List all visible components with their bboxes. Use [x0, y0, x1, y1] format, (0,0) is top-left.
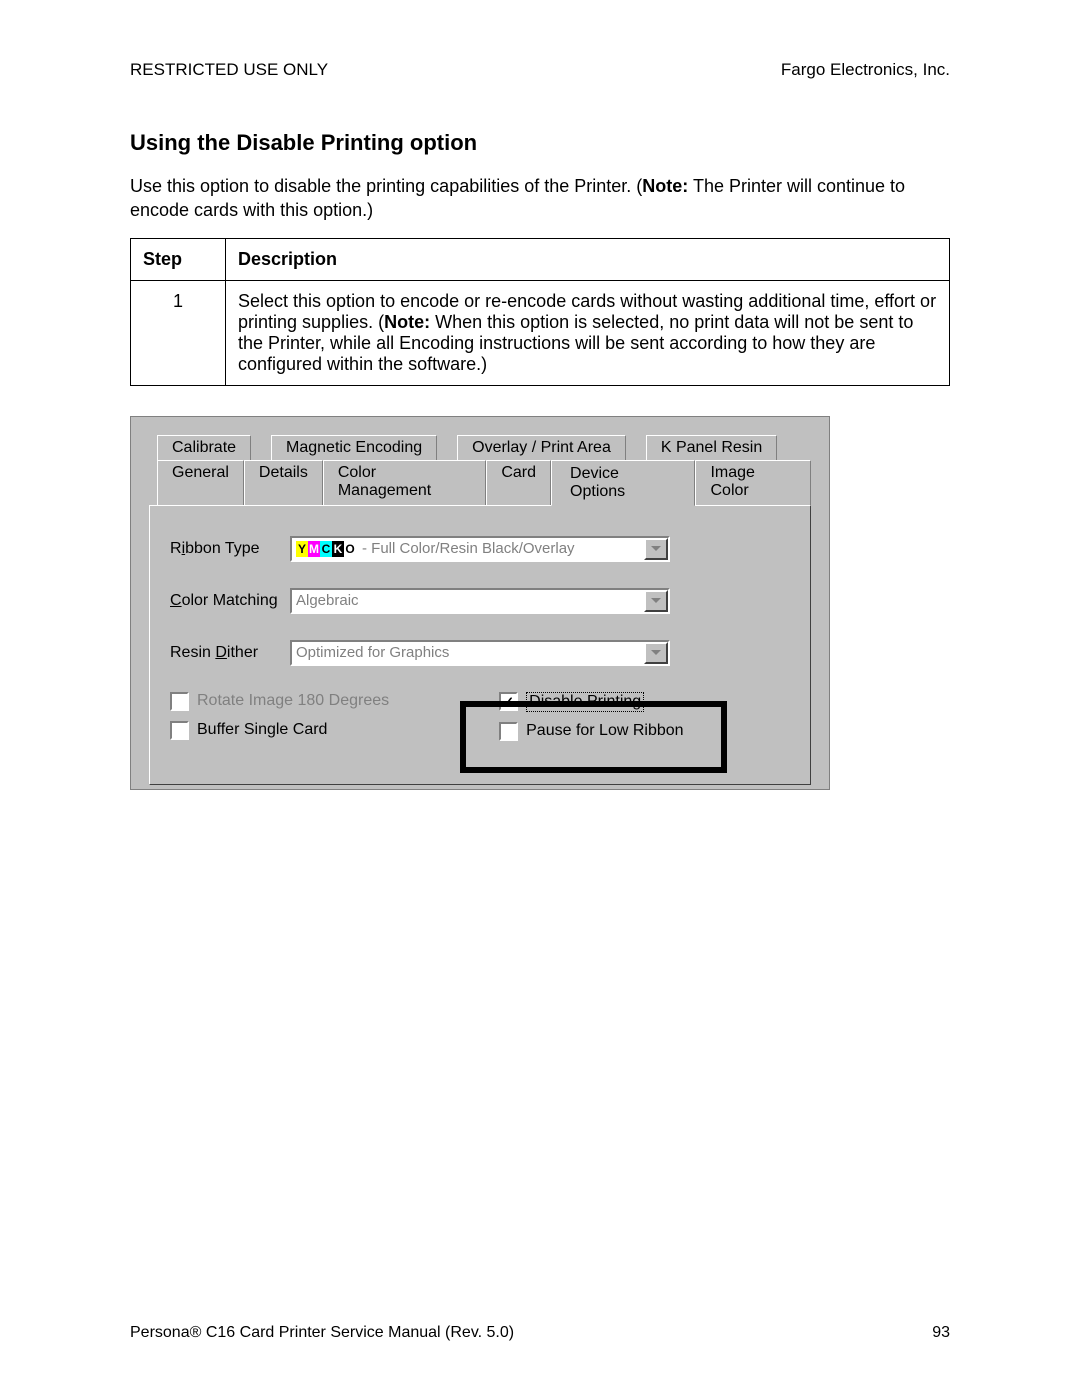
pause-ul: P — [526, 722, 537, 739]
pause-low-ribbon-row: Pause for Low Ribbon — [499, 722, 683, 741]
header-right: Fargo Electronics, Inc. — [781, 60, 950, 80]
buffer-pre: Bu — [197, 721, 217, 738]
resin-label-ul: D — [215, 644, 227, 661]
ribbon-type-label: Ribbon Type — [170, 540, 290, 558]
pause-low-ribbon-checkbox[interactable] — [499, 722, 518, 741]
disable-ul: D — [529, 693, 541, 710]
resin-dither-row: Resin Dither Optimized for Graphics — [170, 640, 790, 666]
resin-dither-label: Resin Dither — [170, 644, 290, 662]
buffer-single-card-checkbox[interactable] — [170, 721, 189, 740]
tab-general[interactable]: General — [157, 460, 244, 505]
page-number: 93 — [932, 1324, 950, 1342]
page-footer: Persona® C16 Card Printer Service Manual… — [130, 1324, 950, 1342]
rotate-image-checkbox — [170, 692, 189, 711]
dropdown-arrow-icon — [644, 538, 668, 560]
tab-color-management[interactable]: Color Management — [323, 460, 487, 505]
disable-printing-label: Disable Printing — [526, 692, 644, 712]
color-label-ul: C — [170, 592, 182, 609]
steps-table: Step Description 1 Select this option to… — [130, 238, 950, 386]
pause-label: Pause for Low Ribbon — [526, 722, 683, 740]
tab-details[interactable]: Details — [244, 460, 323, 505]
resin-label-pre: Resin — [170, 644, 215, 661]
ribbon-type-combo[interactable]: YMCKO - Full Color/Resin Black/Overlay — [290, 536, 670, 562]
color-matching-label: Color Matching — [170, 592, 290, 610]
tab-image-color[interactable]: Image Color — [695, 460, 811, 505]
disable-printing-row: Disable Printing — [499, 692, 683, 712]
ymcko-icon: YMCKO — [296, 541, 356, 557]
printer-properties-dialog: Calibrate Magnetic Encoding Overlay / Pr… — [130, 416, 830, 790]
buffer-label: Buffer Single Card — [197, 721, 327, 739]
tabs-back-row: Calibrate Magnetic Encoding Overlay / Pr… — [149, 435, 811, 460]
ribbon-label-pre: R — [170, 540, 182, 557]
resin-label-post: ither — [227, 644, 258, 661]
step-number: 1 — [131, 280, 226, 385]
rotate-pre: Ro — [197, 692, 217, 709]
rotate-post: ate Image 180 Degrees — [222, 692, 389, 709]
color-matching-row: Color Matching Algebraic — [170, 588, 790, 614]
ribbon-type-value: - Full Color/Resin Black/Overlay — [362, 540, 575, 557]
tab-card[interactable]: Card — [486, 460, 551, 505]
footer-left: Persona® C16 Card Printer Service Manual… — [130, 1324, 514, 1342]
ribbon-label-post: bbon Type — [185, 540, 259, 557]
disable-printing-checkbox[interactable] — [499, 692, 518, 711]
rotate-image-checkbox-row: Rotate Image 180 Degrees — [170, 692, 389, 711]
tab-overlay-print-area[interactable]: Overlay / Print Area — [457, 435, 626, 460]
tab-strip: Calibrate Magnetic Encoding Overlay / Pr… — [149, 435, 811, 505]
step-description: Select this option to encode or re-encod… — [226, 280, 950, 385]
disable-post: isable Printing — [541, 693, 642, 710]
color-matching-value: Algebraic — [296, 592, 359, 609]
page-header: RESTRICTED USE ONLY Fargo Electronics, I… — [130, 60, 950, 80]
intro-paragraph: Use this option to disable the printing … — [130, 174, 950, 223]
intro-pre: Use this option to disable the printing … — [130, 176, 642, 196]
header-left: RESTRICTED USE ONLY — [130, 60, 328, 80]
section-title: Using the Disable Printing option — [130, 130, 950, 156]
dropdown-arrow-icon — [644, 590, 668, 612]
rotate-label: Rotate Image 180 Degrees — [197, 692, 389, 710]
dropdown-arrow-icon — [644, 642, 668, 664]
color-matching-combo[interactable]: Algebraic — [290, 588, 670, 614]
device-options-panel: Ribbon Type YMCKO - Full Color/Resin Bla… — [149, 505, 811, 785]
resin-dither-value: Optimized for Graphics — [296, 644, 449, 661]
tab-calibrate[interactable]: Calibrate — [157, 435, 251, 460]
color-label-post: olor Matching — [182, 592, 278, 609]
tab-magnetic-encoding[interactable]: Magnetic Encoding — [271, 435, 437, 460]
resin-dither-combo[interactable]: Optimized for Graphics — [290, 640, 670, 666]
buffer-single-card-row: Buffer Single Card — [170, 721, 389, 740]
th-step: Step — [131, 238, 226, 280]
th-desc: Description — [226, 238, 950, 280]
buffer-post: fer Single Card — [221, 721, 328, 738]
checkbox-grid: Rotate Image 180 Degrees Buffer Single C… — [170, 692, 790, 751]
intro-note-label: Note: — [642, 176, 688, 196]
tabs-front-row: General Details Color Management Card De… — [149, 460, 811, 505]
tab-k-panel-resin[interactable]: K Panel Resin — [646, 435, 777, 460]
ribbon-type-row: Ribbon Type YMCKO - Full Color/Resin Bla… — [170, 536, 790, 562]
footer-left-pre: Persona — [130, 1324, 190, 1341]
tab-device-options[interactable]: Device Options — [551, 460, 695, 506]
footer-left-post: C16 Card Printer Service Manual (Rev. 5.… — [201, 1324, 514, 1341]
pause-post: ause for Low Ribbon — [537, 722, 684, 739]
desc-note-label: Note: — [384, 312, 430, 332]
